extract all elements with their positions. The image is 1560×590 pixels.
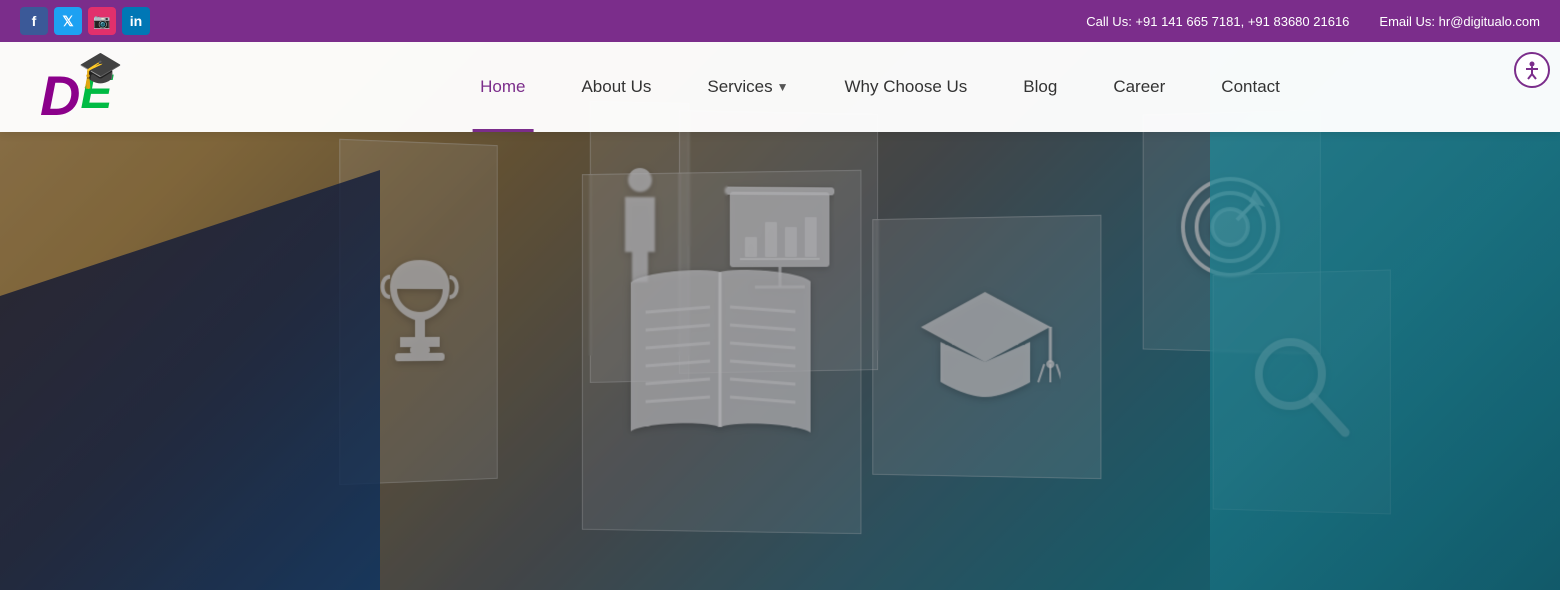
hero-section: 🎓 D E Home About Us Services ▼ Why Choos… — [0, 42, 1560, 590]
email-info: Email Us: hr@digitualo.com — [1379, 14, 1540, 29]
call-info: Call Us: +91 141 665 7181, +91 83680 216… — [1086, 14, 1349, 29]
logo[interactable]: 🎓 D E — [40, 47, 200, 127]
graduation-hat-icon: 🎓 — [78, 49, 123, 91]
nav-services[interactable]: Services ▼ — [679, 42, 816, 132]
nav-why-choose[interactable]: Why Choose Us — [816, 42, 995, 132]
social-icons: f 𝕏 📷 in — [20, 7, 150, 35]
top-bar: f 𝕏 📷 in Call Us: +91 141 665 7181, +91 … — [0, 0, 1560, 42]
nav-career[interactable]: Career — [1085, 42, 1193, 132]
nav-contact[interactable]: Contact — [1193, 42, 1308, 132]
nav-blog[interactable]: Blog — [995, 42, 1085, 132]
nav-home[interactable]: Home — [452, 42, 553, 132]
contact-info: Call Us: +91 141 665 7181, +91 83680 216… — [1086, 14, 1540, 29]
logo-d: D — [40, 63, 80, 128]
navbar: 🎓 D E Home About Us Services ▼ Why Choos… — [0, 42, 1560, 132]
services-chevron-icon: ▼ — [777, 80, 789, 94]
main-nav: Home About Us Services ▼ Why Choose Us B… — [240, 42, 1520, 132]
facebook-icon[interactable]: f — [20, 7, 48, 35]
twitter-icon[interactable]: 𝕏 — [54, 7, 82, 35]
linkedin-icon[interactable]: in — [122, 7, 150, 35]
instagram-icon[interactable]: 📷 — [88, 7, 116, 35]
accessibility-button[interactable] — [1514, 52, 1550, 88]
accessibility-icon — [1522, 60, 1542, 80]
nav-about[interactable]: About Us — [553, 42, 679, 132]
